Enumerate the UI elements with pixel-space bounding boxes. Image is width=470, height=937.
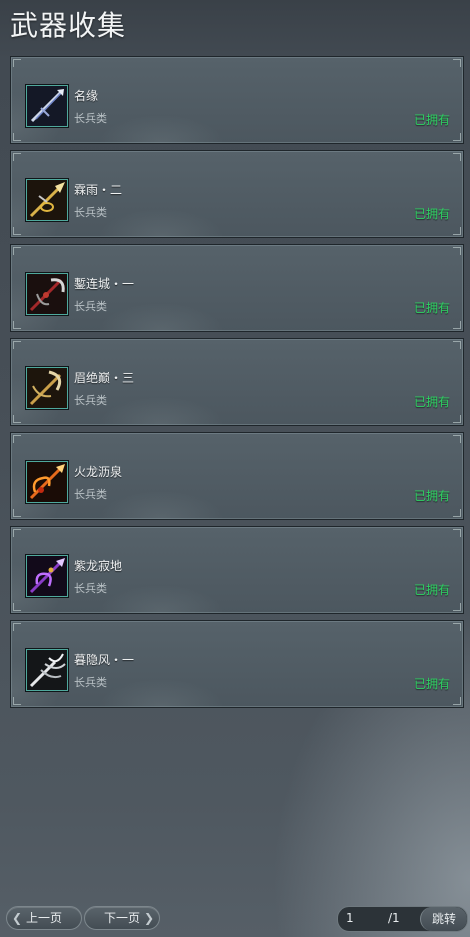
corner-ornament — [453, 321, 461, 329]
weapon-name: 眉绝巅・三 — [74, 371, 135, 385]
corner-ornament — [13, 133, 21, 141]
weapon-name: 紫龙寂地 — [74, 559, 123, 573]
corner-ornament — [453, 435, 461, 443]
page-total: /1 — [388, 911, 400, 925]
corner-ornament — [453, 603, 461, 611]
chevron-right-icon: ❯ — [143, 911, 154, 925]
corner-ornament — [453, 341, 461, 349]
silver-trident-icon — [26, 649, 68, 691]
corner-ornament — [13, 321, 21, 329]
corner-ornament — [453, 59, 461, 67]
golden-halberd-icon — [26, 179, 68, 221]
corner-ornament — [13, 509, 21, 517]
weapon-card[interactable]: 霖雨・二 长兵类 已拥有 — [10, 150, 464, 238]
weapon-card[interactable]: 暮隐风・一 长兵类 已拥有 — [10, 620, 464, 708]
weapon-type: 长兵类 — [74, 300, 107, 313]
weapon-type: 长兵类 — [74, 488, 107, 501]
prev-page-button[interactable]: ❮ 上一页 — [6, 906, 82, 930]
weapon-name: 鏨连城・一 — [74, 277, 135, 291]
owned-status-badge: 已拥有 — [413, 583, 450, 597]
weapon-type: 长兵类 — [74, 112, 107, 125]
weapon-name: 霖雨・二 — [74, 183, 123, 197]
corner-ornament — [13, 529, 21, 537]
weapon-name: 火龙沥泉 — [74, 465, 123, 479]
weapon-type: 长兵类 — [74, 206, 107, 219]
weapon-name: 名缘 — [74, 89, 99, 103]
jump-button[interactable]: 跳转 — [420, 907, 467, 931]
owned-status-badge: 已拥有 — [413, 677, 450, 691]
page-number-input[interactable] — [342, 909, 386, 927]
weapon-card[interactable]: 名缘 长兵类 已拥有 — [10, 56, 464, 144]
page-jump-group: /1 跳转 — [337, 906, 468, 932]
corner-ornament — [453, 153, 461, 161]
owned-status-badge: 已拥有 — [413, 113, 450, 127]
owned-status-badge: 已拥有 — [413, 489, 450, 503]
corner-ornament — [453, 227, 461, 235]
corner-ornament — [13, 153, 21, 161]
weapon-card[interactable]: 鏨连城・一 长兵类 已拥有 — [10, 244, 464, 332]
corner-ornament — [13, 415, 21, 423]
corner-ornament — [453, 529, 461, 537]
purple-dragon-spear-icon — [26, 555, 68, 597]
corner-ornament — [453, 415, 461, 423]
weapon-list: 名缘 长兵类 已拥有 霖雨・二 长兵类 已拥有 鏨连城・一 长兵类 已拥有 眉绝… — [10, 56, 464, 714]
red-crescent-glaive-icon — [26, 273, 68, 315]
golden-curved-glaive-icon — [26, 367, 68, 409]
next-page-label: 下一页 — [103, 911, 140, 925]
corner-ornament — [13, 623, 21, 631]
fire-dragon-spear-icon — [26, 461, 68, 503]
weapon-type: 长兵类 — [74, 582, 107, 595]
owned-status-badge: 已拥有 — [413, 207, 450, 221]
next-page-button[interactable]: 下一页 ❯ — [84, 906, 160, 930]
weapon-card[interactable]: 紫龙寂地 长兵类 已拥有 — [10, 526, 464, 614]
corner-ornament — [13, 697, 21, 705]
weapon-type: 长兵类 — [74, 394, 107, 407]
corner-ornament — [13, 247, 21, 255]
prev-page-label: 上一页 — [25, 911, 62, 925]
owned-status-badge: 已拥有 — [413, 301, 450, 315]
corner-ornament — [453, 133, 461, 141]
corner-ornament — [13, 435, 21, 443]
corner-ornament — [453, 697, 461, 705]
corner-ornament — [13, 59, 21, 67]
page-title: 武器收集 — [10, 9, 127, 42]
weapon-card[interactable]: 眉绝巅・三 长兵类 已拥有 — [10, 338, 464, 426]
owned-status-badge: 已拥有 — [413, 395, 450, 409]
corner-ornament — [453, 247, 461, 255]
corner-ornament — [13, 227, 21, 235]
silver-blue-spear-icon — [26, 85, 68, 127]
corner-ornament — [453, 509, 461, 517]
weapon-name: 暮隐风・一 — [74, 653, 135, 667]
corner-ornament — [453, 623, 461, 631]
weapon-card[interactable]: 火龙沥泉 长兵类 已拥有 — [10, 432, 464, 520]
weapon-type: 长兵类 — [74, 676, 107, 689]
corner-ornament — [13, 603, 21, 611]
chevron-left-icon: ❮ — [12, 911, 23, 925]
corner-ornament — [13, 341, 21, 349]
